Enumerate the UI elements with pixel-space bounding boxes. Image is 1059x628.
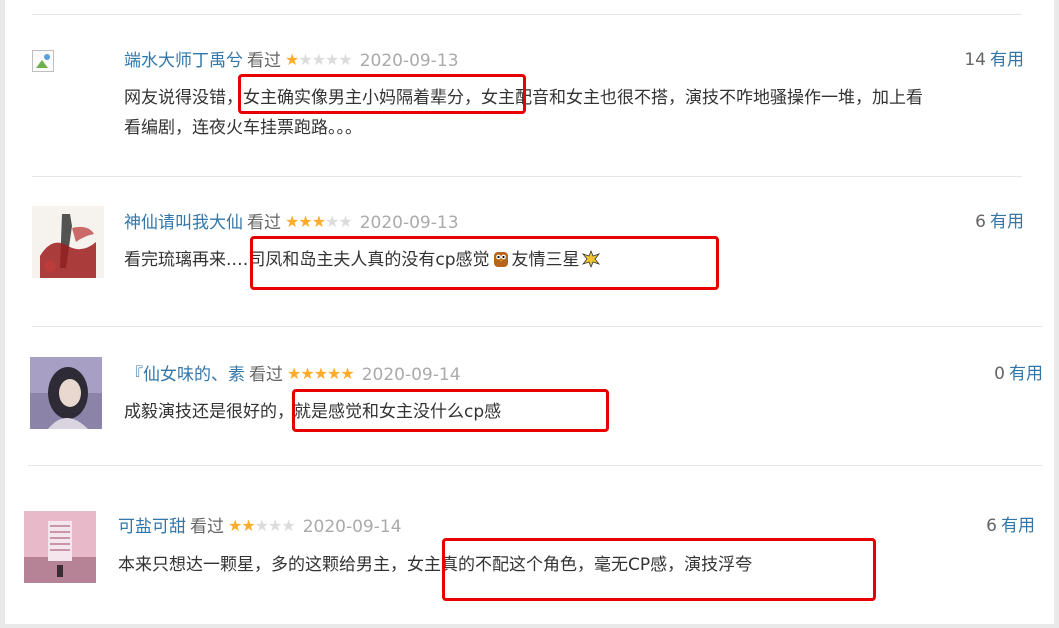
review-header: 端水大师丁禹兮 看过 ★★★★★ 2020-09-13	[124, 49, 459, 72]
highlight-box	[250, 236, 719, 290]
useful-votes: 0 有用	[994, 363, 1043, 385]
star-filled-icon: ★	[311, 212, 326, 231]
rating-stars: ★★★★★	[285, 49, 353, 71]
review-header: 神仙请叫我大仙 看过 ★★★★★ 2020-09-13	[124, 211, 459, 234]
watch-status: 看过	[190, 517, 224, 537]
star-filled-icon: ★	[285, 50, 299, 69]
star-empty-icon: ★	[325, 50, 339, 69]
useful-button[interactable]: 有用	[1009, 364, 1043, 384]
star-empty-icon: ★	[311, 50, 326, 69]
review-header: 可盐可甜 看过 ★★★★★ 2020-09-14	[118, 515, 402, 538]
review-header: 『仙女味的、素 看过 ★★★★★ 2020-09-14	[126, 363, 461, 386]
star-empty-icon: ★	[338, 50, 352, 69]
username-link[interactable]: 『仙女味的、素	[126, 365, 245, 385]
vote-count: 6	[975, 212, 986, 232]
useful-button[interactable]: 有用	[990, 50, 1024, 70]
star-filled-icon: ★	[228, 516, 242, 535]
username-link[interactable]: 可盐可甜	[118, 517, 186, 537]
star-filled-icon: ★	[313, 364, 328, 383]
review-date: 2020-09-13	[359, 51, 459, 71]
review-divider	[32, 326, 1042, 327]
rating-stars: ★★★★★	[228, 515, 296, 537]
review-divider	[32, 176, 1022, 177]
pink-tower-avatar[interactable]	[24, 511, 96, 583]
username-link[interactable]: 神仙请叫我大仙	[124, 213, 243, 233]
vote-count: 6	[986, 516, 997, 536]
star-empty-icon: ★	[298, 50, 312, 69]
highlight-box	[238, 74, 526, 114]
girl-photo-avatar[interactable]	[30, 357, 102, 429]
star-empty-icon: ★	[281, 516, 295, 535]
review-text-line: 看编剧，连夜火车挂票跑路。。。	[124, 118, 362, 138]
watch-status: 看过	[249, 365, 283, 385]
useful-button[interactable]: 有用	[990, 212, 1024, 232]
review-date: 2020-09-13	[359, 213, 459, 233]
useful-votes: 6 有用	[986, 515, 1035, 537]
star-filled-icon: ★	[287, 364, 301, 383]
star-filled-icon: ★	[241, 516, 255, 535]
watch-status: 看过	[247, 213, 281, 233]
star-filled-icon: ★	[298, 212, 312, 231]
top-divider	[32, 14, 1022, 15]
star-filled-icon: ★	[285, 212, 299, 231]
star-filled-icon: ★	[327, 364, 341, 383]
useful-votes: 6 有用	[975, 211, 1024, 233]
useful-votes: 14 有用	[964, 49, 1024, 71]
rating-stars: ★★★★★	[285, 211, 353, 233]
rating-stars: ★★★★★	[287, 363, 355, 385]
review-date: 2020-09-14	[361, 365, 461, 385]
username-link[interactable]: 端水大师丁禹兮	[124, 51, 243, 71]
review-date: 2020-09-14	[302, 517, 402, 537]
broken-image-icon[interactable]	[32, 50, 54, 72]
vote-count: 0	[994, 364, 1005, 384]
watch-status: 看过	[247, 51, 281, 71]
review-divider	[28, 465, 1042, 466]
highlight-box	[292, 389, 609, 432]
useful-button[interactable]: 有用	[1001, 516, 1035, 536]
star-empty-icon: ★	[268, 516, 282, 535]
star-empty-icon: ★	[338, 212, 352, 231]
star-filled-icon: ★	[300, 364, 314, 383]
star-empty-icon: ★	[254, 516, 269, 535]
ink-painting-avatar[interactable]	[32, 206, 104, 278]
highlight-box	[442, 538, 876, 601]
vote-count: 14	[964, 50, 986, 70]
star-empty-icon: ★	[325, 212, 339, 231]
star-filled-icon: ★	[340, 364, 354, 383]
